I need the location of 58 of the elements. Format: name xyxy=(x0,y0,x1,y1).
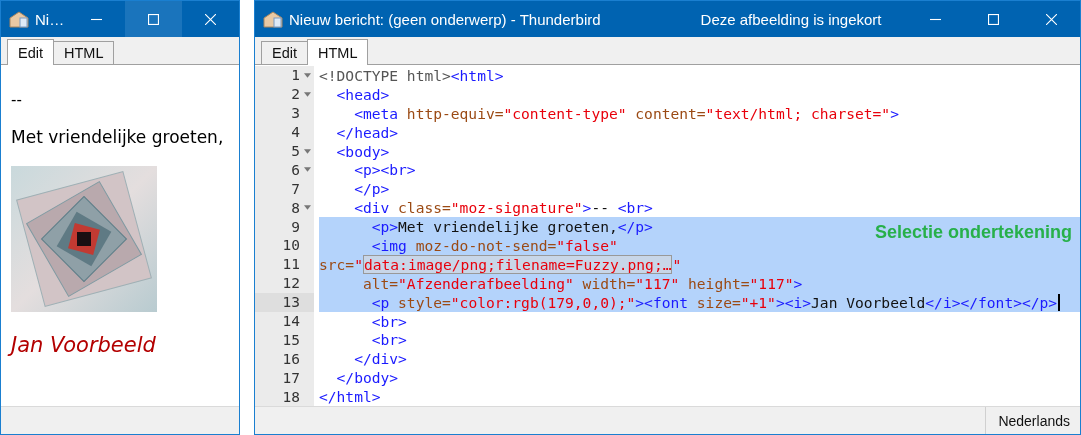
code-line: </html> xyxy=(319,388,381,406)
close-icon xyxy=(205,13,216,25)
annotation-label: Selectie ondertekening xyxy=(874,222,1072,243)
signature-separator: -- xyxy=(11,91,23,109)
maximize-icon xyxy=(987,13,999,25)
line-number: 7 xyxy=(291,180,300,197)
code-line: </p> xyxy=(353,180,390,198)
code-line: </body> xyxy=(335,369,399,387)
editor-tab[interactable]: Edit xyxy=(7,39,54,65)
line-number: 14 xyxy=(282,313,300,329)
line-number: 6 xyxy=(291,161,300,178)
code-line: <head> xyxy=(335,85,390,103)
line-number: 9 xyxy=(291,218,300,235)
envelope-icon xyxy=(9,10,29,28)
greeting-text: Met vriendelijke groeten, xyxy=(11,127,225,147)
code-line: <img moz-do-not-send="false" xyxy=(370,236,618,254)
line-number: 4 xyxy=(291,124,300,141)
window-title: Nieuw bericht: (geen onderwerp) - Thunderbird xyxy=(289,10,601,28)
line-number: 13 xyxy=(282,294,300,311)
fold-arrow-icon[interactable] xyxy=(303,167,311,173)
editor-tab[interactable]: HTML xyxy=(307,39,369,65)
line-number: 18 xyxy=(282,388,300,405)
editor-tab[interactable]: HTML xyxy=(53,41,115,64)
envelope-icon xyxy=(263,10,283,28)
maximize-button[interactable] xyxy=(125,1,182,37)
line-number: 3 xyxy=(291,105,300,122)
fold-arrow-icon[interactable] xyxy=(303,148,311,154)
code-line: </head> xyxy=(335,123,399,141)
code-line: <!DOCTYPE html><html> xyxy=(319,66,504,84)
fold-arrow-icon[interactable] xyxy=(303,72,311,78)
notice-text: Deze afbeelding is ingekort xyxy=(700,10,882,28)
code-line: <br> xyxy=(370,331,407,349)
close-icon xyxy=(1045,13,1057,25)
line-number: 16 xyxy=(282,350,300,367)
window-title: Ni… xyxy=(35,10,65,28)
line-number: 10 xyxy=(282,237,300,254)
line-number: 12 xyxy=(282,275,300,292)
editor-tab[interactable]: Edit xyxy=(261,41,308,64)
code-line: <p><br> xyxy=(353,161,416,179)
fold-arrow-icon[interactable] xyxy=(303,91,311,97)
code-line: alt="Afzenderafbeelding" width="117" height="117"> xyxy=(361,274,803,292)
line-number: 5 xyxy=(291,143,300,159)
code-line: <div class="moz-signature">-- <br> xyxy=(353,199,653,217)
line-number: 11 xyxy=(282,256,300,273)
language-status[interactable]: Nederlands xyxy=(985,407,1080,434)
code-line: </div> xyxy=(353,350,407,368)
line-number: 2 xyxy=(291,86,300,103)
code-line: <p>Met vriendelijke groeten,</p> xyxy=(370,218,653,236)
line-number: 8 xyxy=(291,199,300,216)
line-number: 1 xyxy=(291,67,300,84)
fold-arrow-icon[interactable] xyxy=(303,205,311,211)
line-number: 15 xyxy=(282,331,300,348)
line-number: 17 xyxy=(282,369,300,386)
maximize-icon xyxy=(148,13,159,25)
code-line: <meta http-equiv="content-type" content="text/html; charset="> xyxy=(353,104,899,122)
code-line: <br> xyxy=(370,312,407,330)
code-line: <body> xyxy=(335,142,390,160)
code-line: <p style="color:rgb(179,0,0);"><font size="+1"><i>Jan Voorbeeld</i></font></p> xyxy=(370,293,1060,311)
